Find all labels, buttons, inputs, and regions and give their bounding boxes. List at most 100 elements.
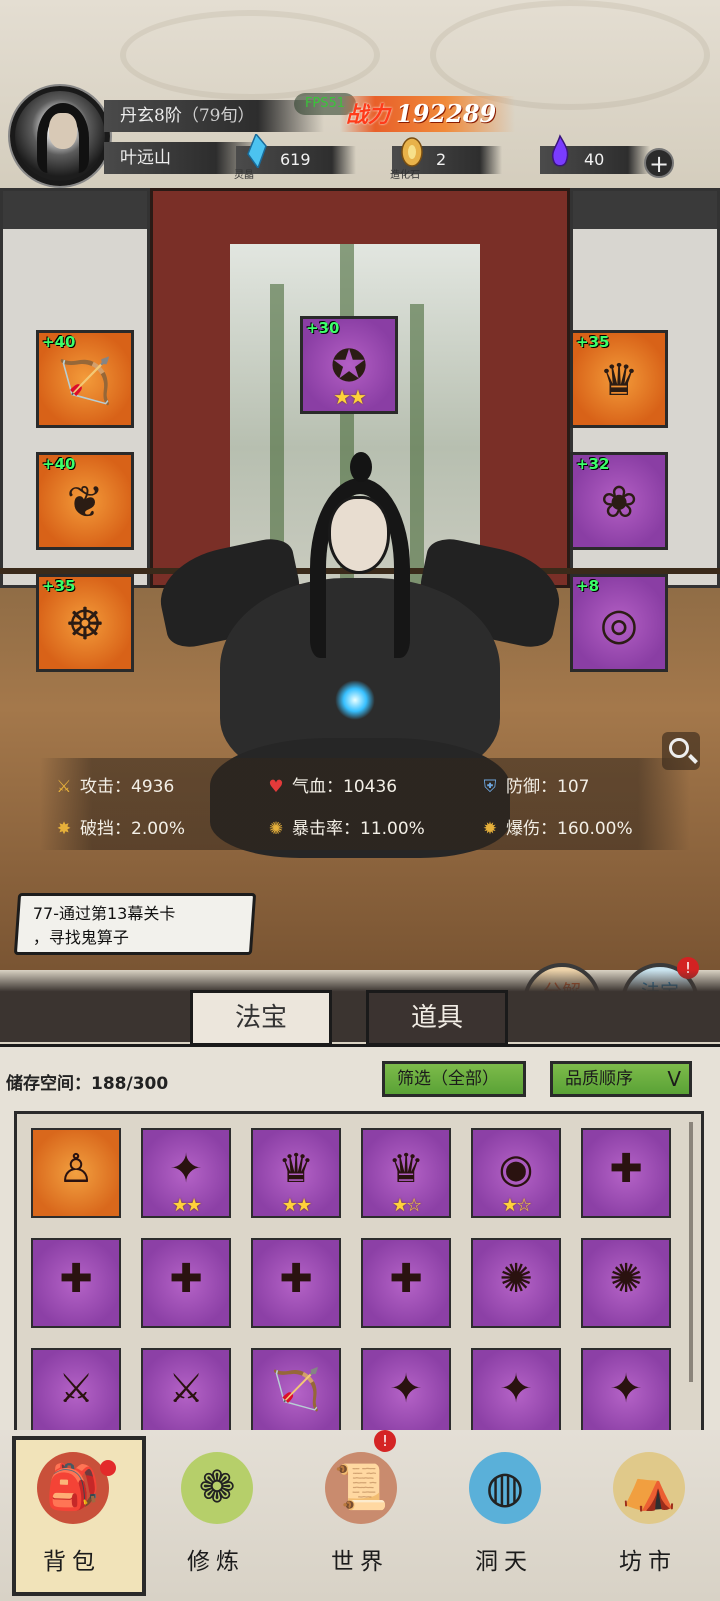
star-rating: ★★: [333, 385, 367, 409]
add-currency-button[interactable]: +: [644, 148, 674, 178]
inventory-slot[interactable]: ⚔: [31, 1348, 121, 1438]
cloud-decoration: [430, 0, 710, 110]
equip-slot-necklace[interactable]: +32 ❀: [570, 452, 668, 550]
player-avatar[interactable]: [10, 86, 110, 186]
nav-bag[interactable]: 🎒 背包: [2, 1430, 146, 1601]
sword-icon: ⚔: [56, 777, 72, 797]
equip-level: +35: [576, 333, 610, 351]
stat-crit-damage-value: 爆伤：160.00%: [506, 819, 633, 839]
inventory-slot[interactable]: ✦: [361, 1348, 451, 1438]
rank-plate: 丹玄8阶（79旬）: [104, 100, 324, 132]
inventory-slot[interactable]: ⚔: [141, 1348, 231, 1438]
cultivation-rank: 丹玄8阶: [120, 106, 182, 126]
inventory-slot[interactable]: ♛ ★★: [251, 1128, 341, 1218]
quest-tracker[interactable]: 77-通过第13幕关卡 ，寻找鬼算子: [13, 893, 257, 955]
combat-power: 战力 192289: [340, 96, 515, 132]
inventory-slot[interactable]: ✦: [581, 1348, 671, 1438]
inventory-slot[interactable]: ✺: [581, 1238, 671, 1328]
inventory-tabbar: 法宝 道具: [0, 970, 720, 1046]
equip-slot-wings[interactable]: +40 ❦: [36, 452, 134, 550]
inventory-slot[interactable]: ✚: [141, 1238, 231, 1328]
spirit-orb: [335, 680, 375, 720]
item-icon: ✚: [59, 1256, 93, 1302]
equip-level: +30: [306, 319, 340, 337]
top-header: 丹玄8阶（79旬） 叶远山 FPS51 战力 192289 619 灵晶 2 造化…: [0, 0, 720, 190]
stat-crit-rate: ✺ 暴击率：11.00%: [264, 814, 425, 839]
item-icon: ✺: [499, 1256, 533, 1302]
inventory-slot[interactable]: ✺: [471, 1238, 561, 1328]
star-rating: ★★: [281, 1195, 312, 1216]
item-icon: 🏹: [271, 1367, 321, 1413]
inventory-panel: 储存空间：188/300 筛选（全部） 品质顺序 V ♙ ✦ ★★ ♛ ★★ ♛ ★☆ ◉ ★☆…: [0, 1044, 720, 1461]
crit-burst-icon: ✹: [482, 819, 498, 839]
nav-label: 背包: [43, 1549, 101, 1575]
hero-topknot: [350, 452, 372, 482]
cloud-decoration: [120, 10, 380, 100]
item-icon: ✚: [279, 1256, 313, 1302]
zaohua-caption: 造化石: [390, 170, 420, 181]
avatar-face: [49, 113, 77, 149]
bottom-navigation: 🎒 背包 ❁ 修炼 📜 ! 世界 ◍ 洞天 ⛺ 坊市: [0, 1430, 720, 1601]
boots-icon: ☸: [65, 599, 105, 650]
stat-defense-value: 防御：107: [506, 777, 590, 797]
stat-block-break-value: 破挡：2.00%: [80, 819, 186, 839]
item-icon: ✺: [609, 1256, 643, 1302]
inventory-slot[interactable]: 🏹: [251, 1348, 341, 1438]
star-rating: ★☆: [501, 1195, 532, 1216]
crit-flame-icon: ✺: [268, 819, 284, 839]
inventory-slot[interactable]: ✦: [471, 1348, 561, 1438]
equip-slot-ring[interactable]: +8 ◎: [570, 574, 668, 672]
player-name: 叶远山: [120, 148, 171, 168]
tab-treasures[interactable]: 法宝: [190, 990, 332, 1046]
currency-lingjing[interactable]: 619 灵晶: [234, 134, 356, 181]
inventory-slot[interactable]: ✚: [581, 1128, 671, 1218]
tab-items[interactable]: 道具: [366, 990, 508, 1046]
equip-slot-boots[interactable]: +35 ☸: [36, 574, 134, 672]
equip-slot-crown[interactable]: +35 ♛: [570, 330, 668, 428]
currency-zaohua[interactable]: 2 造化石: [390, 137, 502, 181]
equip-slot-bow[interactable]: +40 🏹: [36, 330, 134, 428]
item-icon: ✚: [169, 1256, 203, 1302]
nav-label: 世界: [331, 1549, 389, 1575]
sort-label: 品质顺序: [565, 1069, 633, 1089]
inventory-slot[interactable]: ♙: [31, 1128, 121, 1218]
inventory-slot[interactable]: ◉ ★☆: [471, 1128, 561, 1218]
filter-button[interactable]: 筛选（全部）: [382, 1061, 526, 1097]
item-icon: ✦: [609, 1366, 643, 1412]
wings-icon: ❦: [66, 477, 104, 528]
equip-level: +40: [42, 333, 76, 351]
item-icon: ✦: [169, 1146, 203, 1192]
nav-cave[interactable]: ◍ 洞天: [434, 1430, 574, 1601]
inventory-scrollbar[interactable]: [689, 1122, 693, 1382]
stat-hp: ♥ 气血：10436: [264, 772, 397, 797]
lingjing-count: 619: [280, 150, 311, 169]
nav-world[interactable]: 📜 ! 世界: [290, 1430, 430, 1601]
bag-icon: 🎒: [37, 1452, 109, 1524]
scroll-map-icon: 📜: [325, 1452, 397, 1524]
hero-head: [328, 496, 390, 574]
nav-market[interactable]: ⛺ 坊市: [578, 1430, 718, 1601]
sort-dropdown[interactable]: 品质顺序 V: [550, 1061, 692, 1097]
stat-hp-value: 气血：10436: [292, 777, 398, 797]
broken-shield-icon: ✸: [56, 819, 72, 839]
inventory-slot[interactable]: ✚: [361, 1238, 451, 1328]
market-cart-icon: ⛺: [613, 1452, 685, 1524]
chevron-down-icon: V: [667, 1067, 681, 1091]
stat-crit-damage: ✹ 爆伤：160.00%: [478, 814, 633, 839]
inventory-slot[interactable]: ✚: [31, 1238, 121, 1328]
item-icon: ✦: [499, 1366, 533, 1412]
nav-label: 洞天: [475, 1549, 533, 1575]
stat-attack: ⚔ 攻击：4936: [52, 772, 174, 797]
bow-icon: 🏹: [57, 356, 113, 407]
item-icon: ✦: [389, 1366, 423, 1412]
zaohua-count: 2: [436, 150, 447, 169]
stat-defense: ⛨ 防御：107: [478, 772, 590, 797]
star-rating: ★☆: [391, 1195, 422, 1216]
lotus-icon: ❁: [181, 1452, 253, 1524]
inventory-slot[interactable]: ✚: [251, 1238, 341, 1328]
inventory-slot[interactable]: ♛ ★☆: [361, 1128, 451, 1218]
inventory-slot[interactable]: ✦ ★★: [141, 1128, 231, 1218]
equip-slot-talisman[interactable]: +30 ✪ ★★: [300, 316, 398, 414]
currency-purple-flame[interactable]: 40: [540, 134, 650, 174]
nav-cultivate[interactable]: ❁ 修炼: [146, 1430, 286, 1601]
